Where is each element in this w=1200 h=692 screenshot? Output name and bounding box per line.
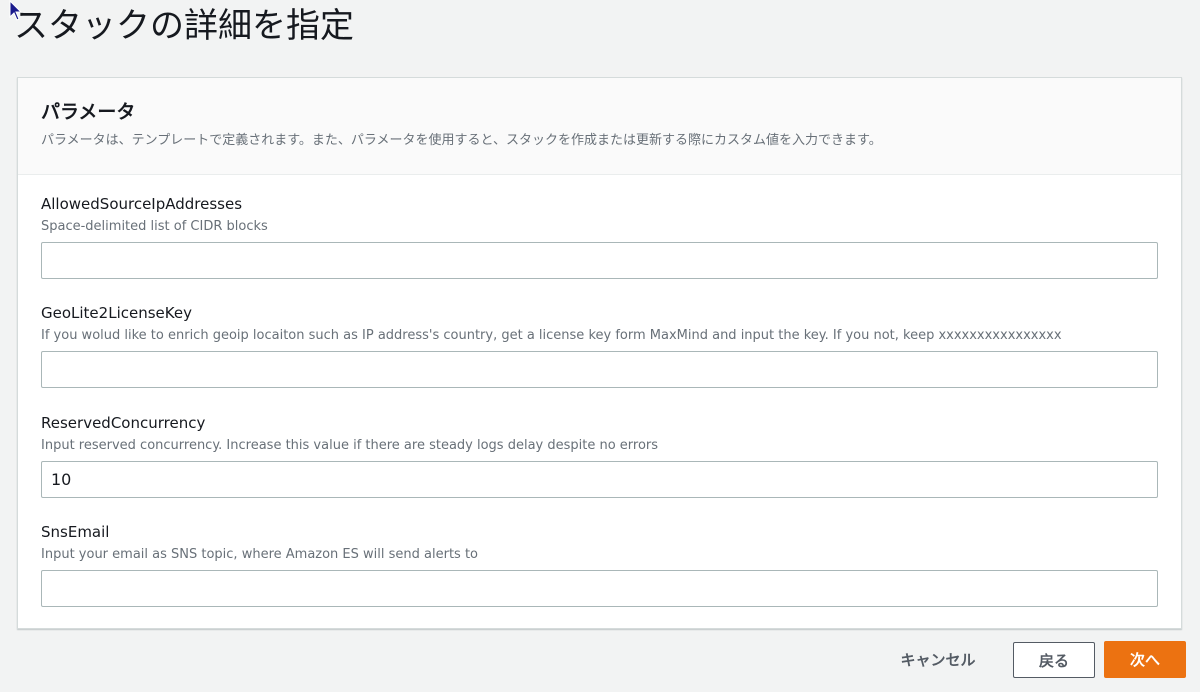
field-label: AllowedSourceIpAddresses [41, 195, 243, 213]
field-reserved-concurrency: ReservedConcurrency Input reserved concu… [41, 413, 1158, 498]
parameters-title: パラメータ [41, 101, 136, 123]
allowed-source-ip-addresses-input[interactable] [41, 242, 1158, 279]
field-geolite2-license-key: GeoLite2LicenseKey If you wolud like to … [41, 303, 1158, 388]
page-title: スタックの詳細を指定 [14, 6, 354, 46]
field-allowed-source-ip-addresses: AllowedSourceIpAddresses Space-delimited… [41, 194, 1158, 279]
field-description: If you wolud like to enrich geoip locait… [41, 328, 1062, 343]
parameters-header: パラメータ パラメータは、テンプレートで定義されます。また、パラメータを使用する… [18, 78, 1181, 175]
field-label: ReservedConcurrency [41, 414, 206, 432]
field-description: Input your email as SNS topic, where Ama… [41, 547, 478, 562]
field-sns-email: SnsEmail Input your email as SNS topic, … [41, 522, 1158, 607]
cancel-button[interactable]: キャンセル [880, 641, 996, 677]
field-description: Input reserved concurrency. Increase thi… [41, 438, 659, 453]
back-button[interactable]: 戻る [1013, 642, 1095, 678]
parameters-description: パラメータは、テンプレートで定義されます。また、パラメータを使用すると、スタック… [41, 133, 882, 148]
wizard-actions: キャンセル 戻る 次へ [0, 641, 1200, 679]
field-description: Space-delimited list of CIDR blocks [41, 219, 268, 234]
field-label: SnsEmail [41, 523, 110, 541]
geolite2-license-key-input[interactable] [41, 351, 1158, 388]
reserved-concurrency-input[interactable] [41, 461, 1158, 498]
parameters-panel: パラメータ パラメータは、テンプレートで定義されます。また、パラメータを使用する… [17, 77, 1182, 629]
next-button[interactable]: 次へ [1104, 641, 1186, 678]
sns-email-input[interactable] [41, 570, 1158, 607]
field-label: GeoLite2LicenseKey [41, 304, 192, 322]
